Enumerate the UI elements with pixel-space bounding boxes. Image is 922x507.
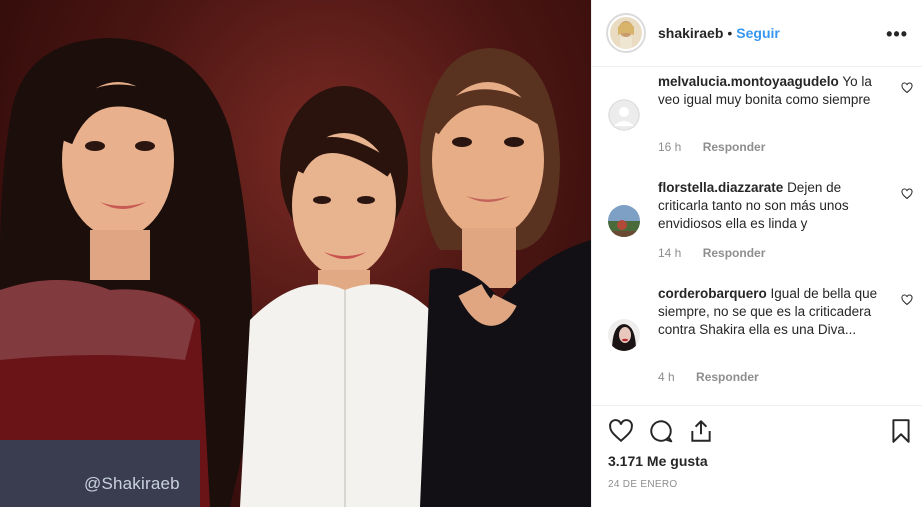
comment-time[interactable]: 16 h xyxy=(658,140,681,154)
post-header: shakiraeb • Seguir ••• xyxy=(592,0,922,67)
likes-count[interactable]: 3.171 Me gusta xyxy=(608,453,708,469)
heart-icon[interactable] xyxy=(901,188,913,200)
comment-text-block: florstella.diazzarate Dejen de criticarl… xyxy=(658,179,884,233)
heart-icon[interactable] xyxy=(901,294,913,306)
post-photo[interactable]: @Shakiraeb xyxy=(0,0,591,507)
comment-meta: 4 h Responder xyxy=(658,370,777,384)
post-side-panel: shakiraeb • Seguir ••• melvalucia.montoy… xyxy=(591,0,922,507)
instagram-post: @Shakiraeb shakiraeb • Seguir ••• melval… xyxy=(0,0,922,507)
comment-text-block: corderobarquero Igual de bella que siemp… xyxy=(658,285,884,339)
header-username[interactable]: shakiraeb xyxy=(658,25,723,41)
comment-text-block: melvalucia.montoyaagudelo Yo la veo igua… xyxy=(658,73,884,109)
comment-avatar-portrait-icon[interactable] xyxy=(608,319,640,351)
default-avatar-icon xyxy=(608,99,640,131)
photo-watermark: @Shakiraeb xyxy=(84,474,180,493)
photo-illustration xyxy=(0,38,591,507)
comment-meta: 14 h Responder xyxy=(658,246,783,260)
comment-username[interactable]: florstella.diazzarate xyxy=(658,180,783,195)
comment-username[interactable]: corderobarquero xyxy=(658,286,767,301)
like-heart-icon[interactable] xyxy=(608,418,634,444)
post-date[interactable]: 24 DE ENERO xyxy=(608,479,677,490)
portrait-avatar-icon xyxy=(608,319,640,351)
reply-button[interactable]: Responder xyxy=(703,140,766,154)
header-separator: • xyxy=(727,25,733,41)
comments-list[interactable]: melvalucia.montoyaagudelo Yo la veo igua… xyxy=(592,68,922,405)
comment-meta: 16 h Responder xyxy=(658,140,783,154)
landscape-avatar-icon xyxy=(608,205,640,237)
heart-icon[interactable] xyxy=(901,82,913,94)
comment-avatar-landscape-icon[interactable] xyxy=(608,205,640,237)
comment-time[interactable]: 14 h xyxy=(658,246,681,260)
profile-avatar-ring[interactable] xyxy=(606,13,646,53)
share-icon[interactable] xyxy=(688,418,714,444)
avatar-image xyxy=(610,17,642,49)
post-actions: 3.171 Me gusta 24 DE ENERO xyxy=(592,405,922,507)
follow-button[interactable]: Seguir xyxy=(736,25,780,41)
comment-bubble-icon[interactable] xyxy=(648,418,674,444)
profile-avatar[interactable] xyxy=(610,17,642,49)
comment-avatar-default-icon[interactable] xyxy=(608,99,640,131)
reply-button[interactable]: Responder xyxy=(696,370,759,384)
comment-username[interactable]: melvalucia.montoyaagudelo xyxy=(658,74,839,89)
bookmark-icon[interactable] xyxy=(888,418,914,444)
reply-button[interactable]: Responder xyxy=(703,246,766,260)
more-options-icon[interactable]: ••• xyxy=(886,24,908,45)
comment-time[interactable]: 4 h xyxy=(658,370,675,384)
